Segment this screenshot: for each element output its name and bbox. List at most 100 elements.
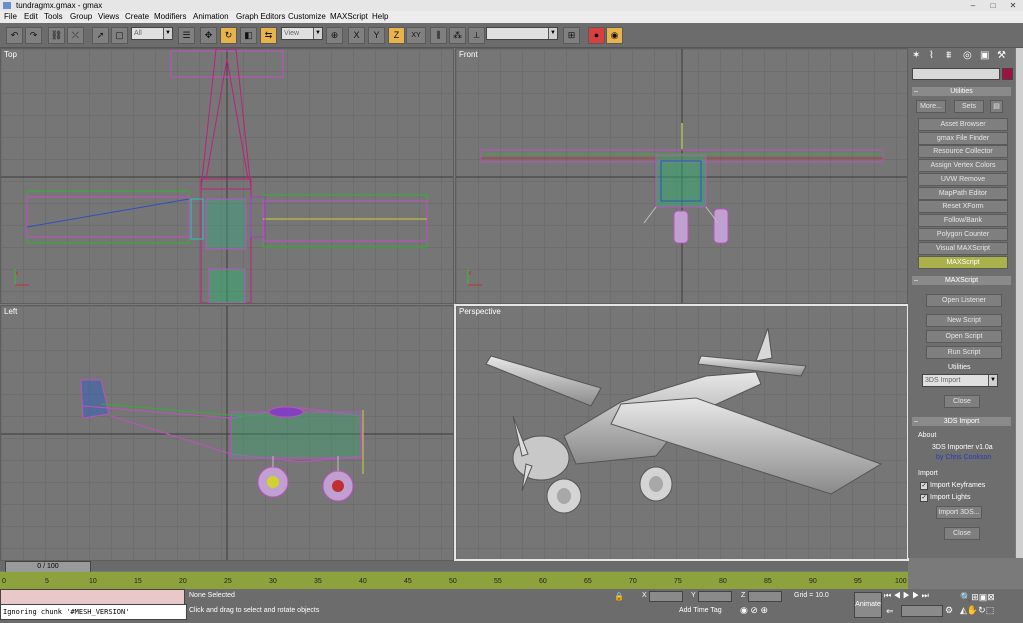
axis-y-button[interactable]: Y bbox=[368, 27, 385, 44]
mappath-editor-button[interactable]: MapPath Editor bbox=[918, 187, 1008, 200]
maximize-icon[interactable]: □ bbox=[988, 1, 998, 10]
array-icon[interactable]: ⁂ bbox=[449, 27, 466, 44]
pivot-center-icon[interactable]: ⊕ bbox=[326, 27, 343, 44]
region-select-icon[interactable]: ▢ bbox=[111, 27, 128, 44]
assign-vertex-colors-button[interactable]: Assign Vertex Colors bbox=[918, 159, 1008, 172]
import-3ds-rollout-header[interactable]: – 3DS Import bbox=[912, 417, 1011, 426]
menu-create[interactable]: Create bbox=[125, 11, 149, 23]
move-icon[interactable]: ✥ bbox=[200, 27, 217, 44]
hierarchy-tab-icon[interactable]: ⩩ bbox=[946, 50, 951, 61]
menu-modifiers[interactable]: Modifiers bbox=[154, 11, 186, 23]
undo-icon[interactable]: ↶ bbox=[6, 27, 23, 44]
gmax-file-finder-button[interactable]: gmax File Finder bbox=[918, 132, 1008, 145]
named-selection-dropdown[interactable]: ▼ bbox=[486, 27, 558, 40]
goto-start-icon[interactable]: ⏮ bbox=[884, 591, 891, 600]
display-tab-icon[interactable]: ▣ bbox=[980, 50, 989, 61]
x-coordinate-field[interactable] bbox=[649, 591, 683, 602]
menu-tools[interactable]: Tools bbox=[44, 11, 63, 23]
utilities-tab-icon[interactable]: ⚒ bbox=[997, 50, 1006, 61]
menu-views[interactable]: Views bbox=[98, 11, 119, 23]
maxscript-rollout-header[interactable]: – MAXScript bbox=[912, 276, 1011, 285]
snap-toggle-icon[interactable]: ◉ bbox=[740, 605, 748, 615]
close-import-button[interactable]: Close bbox=[944, 527, 980, 540]
maxscript-mini-listener[interactable]: Ignoring chunk '#MESH_VERSION' bbox=[0, 604, 187, 620]
run-script-button[interactable]: Run Script bbox=[926, 346, 1002, 359]
motion-tab-icon[interactable]: ◎ bbox=[963, 50, 972, 61]
scale-icon[interactable]: ◧ bbox=[240, 27, 257, 44]
menu-maxscript[interactable]: MAXScript bbox=[330, 11, 368, 23]
lock-selection-icon[interactable]: 🔒 bbox=[614, 592, 624, 601]
material-editor-icon[interactable]: ● bbox=[588, 27, 605, 44]
maxscript-utility-button[interactable]: MAXScript bbox=[918, 256, 1008, 269]
open-listener-button[interactable]: Open Listener bbox=[926, 294, 1002, 307]
viewport-top[interactable]: Top x bbox=[0, 48, 454, 304]
close-icon[interactable]: ✕ bbox=[1008, 1, 1018, 10]
key-mode-icon[interactable]: ⇐ bbox=[886, 606, 894, 617]
import-keyframes-checkbox[interactable]: ✓ bbox=[920, 482, 928, 490]
coord-system-dropdown[interactable]: View ▼ bbox=[281, 27, 323, 40]
menu-customize[interactable]: Customize bbox=[288, 11, 326, 23]
selection-filter-dropdown[interactable]: All ▼ bbox=[131, 27, 173, 40]
menu-graph-editors[interactable]: Graph Editors bbox=[236, 11, 285, 23]
play-icon[interactable]: ▶ bbox=[903, 591, 910, 600]
configure-sets-icon[interactable]: ▤ bbox=[990, 100, 1003, 113]
utilities-rollout-header[interactable]: – Utilities bbox=[912, 87, 1011, 96]
uvw-remove-button[interactable]: UVW Remove bbox=[918, 173, 1008, 186]
minimize-icon[interactable]: – bbox=[968, 1, 978, 10]
visual-maxscript-button[interactable]: Visual MAXScript bbox=[918, 242, 1008, 255]
axis-xy-button[interactable]: XY bbox=[406, 27, 426, 44]
snap-icon[interactable]: ⊞ bbox=[563, 27, 580, 44]
sets-button[interactable]: Sets bbox=[954, 100, 984, 113]
menu-help[interactable]: Help bbox=[372, 11, 388, 23]
import-3ds-button[interactable]: Import 3DS... bbox=[936, 506, 982, 519]
asset-browser-button[interactable]: Asset Browser bbox=[918, 118, 1008, 131]
menu-animation[interactable]: Animation bbox=[193, 11, 229, 23]
create-tab-icon[interactable]: ✶ bbox=[912, 50, 920, 61]
align-icon[interactable]: ⟂ bbox=[468, 27, 485, 44]
time-slider-track[interactable]: 0 / 100 bbox=[0, 561, 908, 573]
viewport-perspective[interactable]: Perspective bbox=[454, 304, 909, 561]
new-script-button[interactable]: New Script bbox=[926, 314, 1002, 327]
import-lights-checkbox[interactable]: ✓ bbox=[920, 494, 928, 502]
time-config-icon[interactable]: ⚙ bbox=[945, 605, 953, 616]
unlink-icon[interactable]: ⤫ bbox=[67, 27, 84, 44]
menu-file[interactable]: File bbox=[4, 11, 17, 23]
open-script-button[interactable]: Open Script bbox=[926, 330, 1002, 343]
axis-z-button[interactable]: Z bbox=[388, 27, 405, 44]
zoom-all-icon[interactable]: ⊞ bbox=[971, 592, 979, 602]
prev-frame-icon[interactable]: ◀ bbox=[893, 591, 900, 600]
pan-icon[interactable]: ✋ bbox=[967, 605, 978, 615]
select-link-icon[interactable]: ⛓ bbox=[48, 27, 65, 44]
mirror-selected-icon[interactable]: ⫼ bbox=[430, 27, 447, 44]
object-color-swatch[interactable] bbox=[1002, 68, 1013, 80]
axis-x-button[interactable]: X bbox=[348, 27, 365, 44]
arc-rotate-icon[interactable]: ↻ bbox=[978, 605, 986, 615]
maxscript-mini-listener-top[interactable] bbox=[0, 589, 185, 605]
field-of-view-icon[interactable]: ◭ bbox=[960, 605, 967, 615]
next-frame-icon[interactable]: ▶ bbox=[912, 591, 919, 600]
zoom-extents-icon[interactable]: ▣ bbox=[979, 592, 988, 602]
current-frame-field[interactable] bbox=[901, 605, 943, 617]
modify-tab-icon[interactable]: ⌇ bbox=[929, 50, 934, 61]
close-maxscript-button[interactable]: Close bbox=[944, 395, 980, 408]
y-coordinate-field[interactable] bbox=[698, 591, 732, 602]
zoom-extents-all-icon[interactable]: ⊠ bbox=[987, 592, 995, 602]
percent-snap-icon[interactable]: ⊕ bbox=[760, 605, 768, 615]
select-arrow-icon[interactable]: ➚ bbox=[92, 27, 109, 44]
menu-edit[interactable]: Edit bbox=[24, 11, 38, 23]
mirror-icon[interactable]: ⇆ bbox=[260, 27, 277, 44]
object-name-field[interactable] bbox=[912, 68, 1000, 80]
resource-collector-button[interactable]: Resource Collector bbox=[918, 145, 1008, 158]
maximize-viewport-icon[interactable]: ⬚ bbox=[986, 605, 995, 615]
viewport-left[interactable]: Left bbox=[0, 305, 454, 561]
viewport-front[interactable]: Front x bbox=[455, 48, 908, 304]
more-button[interactable]: More... bbox=[916, 100, 946, 113]
redo-icon[interactable]: ↷ bbox=[25, 27, 42, 44]
add-time-tag[interactable]: Add Time Tag bbox=[679, 607, 722, 614]
select-by-name-icon[interactable]: ☰ bbox=[178, 27, 195, 44]
goto-end-icon[interactable]: ⏭ bbox=[922, 591, 929, 600]
panel-scrollbar[interactable] bbox=[1016, 48, 1023, 558]
animate-button[interactable]: Animate bbox=[854, 592, 882, 618]
polygon-counter-button[interactable]: Polygon Counter bbox=[918, 228, 1008, 241]
follow-bank-button[interactable]: Follow/Bank bbox=[918, 214, 1008, 227]
